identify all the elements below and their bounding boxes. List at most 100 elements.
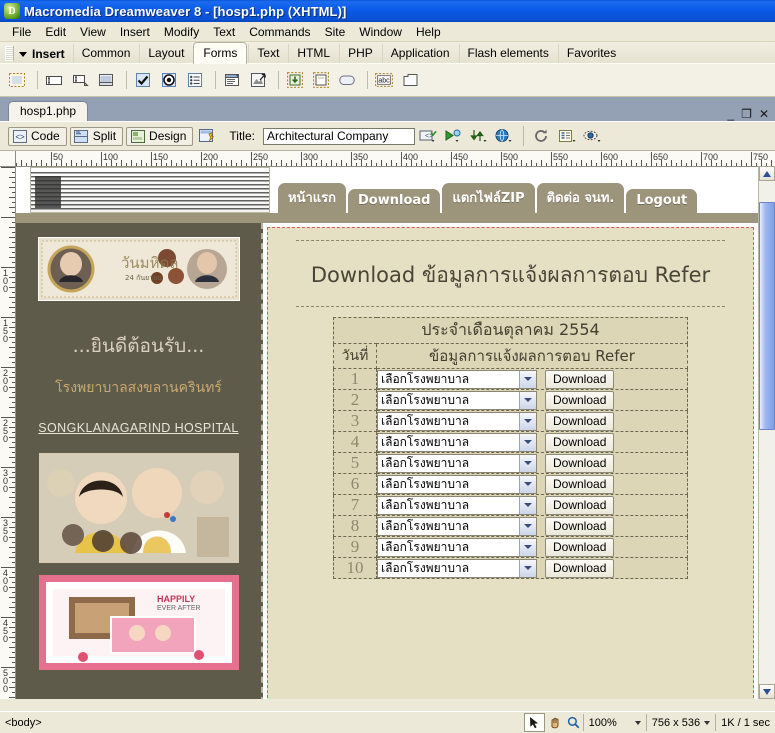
button-icon[interactable] bbox=[310, 69, 332, 91]
download-button[interactable]: Download bbox=[545, 369, 615, 389]
hospital-select[interactable]: เลือกโรงพยาบาล bbox=[377, 558, 537, 578]
preview-in-browser-icon[interactable] bbox=[443, 126, 464, 146]
download-button[interactable]: Download bbox=[545, 432, 615, 452]
chevron-down-icon[interactable] bbox=[519, 517, 536, 535]
title-input[interactable] bbox=[262, 127, 415, 145]
download-button[interactable]: Download bbox=[545, 453, 615, 473]
insert-tab-html[interactable]: HTML bbox=[288, 44, 338, 63]
sidebar-hospital-english[interactable]: SONGKLANAGARIND HOSPITAL bbox=[16, 421, 261, 435]
document-tab-hosp1[interactable]: hosp1.php bbox=[8, 101, 89, 121]
view-options-icon[interactable] bbox=[493, 126, 514, 146]
hospital-select[interactable]: เลือกโรงพยาบาล bbox=[377, 411, 537, 431]
close-button[interactable]: ✕ bbox=[759, 108, 769, 120]
nav-tab-logout[interactable]: Logout bbox=[626, 189, 698, 213]
vertical-ruler[interactable]: 100150200250300350400450500550 bbox=[0, 166, 16, 699]
list-menu-icon[interactable] bbox=[184, 69, 206, 91]
hospital-select[interactable]: เลือกโรงพยาบาล bbox=[377, 369, 537, 389]
chevron-down-icon[interactable] bbox=[519, 475, 536, 493]
menu-item-modify[interactable]: Modify bbox=[157, 24, 206, 40]
hospital-select[interactable]: เลือกโรงพยาบาล bbox=[377, 495, 537, 515]
image-field-icon[interactable] bbox=[247, 69, 269, 91]
download-button[interactable]: Download bbox=[545, 516, 615, 536]
hospital-select[interactable]: เลือกโรงพยาบาล bbox=[377, 516, 537, 536]
tag-selector[interactable]: <body> bbox=[0, 717, 42, 729]
scroll-down-button[interactable] bbox=[759, 684, 775, 699]
file-field-icon[interactable] bbox=[284, 69, 306, 91]
visual-aids-icon[interactable] bbox=[582, 126, 603, 146]
label-icon[interactable] bbox=[336, 69, 358, 91]
insert-bar-label[interactable]: Insert bbox=[19, 47, 65, 61]
chevron-down-icon[interactable] bbox=[519, 412, 536, 430]
nav-tab-home[interactable]: หน้าแรก bbox=[278, 183, 346, 213]
nav-tab-unzip[interactable]: แตกไฟล์ZIP bbox=[442, 183, 535, 213]
hospital-select[interactable]: เลือกโรงพยาบาล bbox=[377, 537, 537, 557]
text-field-icon[interactable] bbox=[43, 69, 65, 91]
validate-markup-icon[interactable] bbox=[557, 126, 578, 146]
chevron-down-icon[interactable] bbox=[704, 720, 711, 725]
download-button[interactable]: Download bbox=[545, 537, 615, 557]
restore-button[interactable]: ❐ bbox=[741, 108, 752, 120]
menu-item-window[interactable]: Window bbox=[352, 24, 409, 40]
download-button[interactable]: Download bbox=[545, 390, 615, 410]
menu-item-insert[interactable]: Insert bbox=[113, 24, 157, 40]
hospital-select[interactable]: เลือกโรงพยาบาล bbox=[377, 390, 537, 410]
download-button[interactable]: Download bbox=[545, 495, 615, 515]
chevron-down-icon[interactable] bbox=[519, 454, 536, 472]
form-icon[interactable] bbox=[6, 69, 28, 91]
download-button[interactable]: Download bbox=[545, 474, 615, 494]
insert-tab-forms[interactable]: Forms bbox=[193, 42, 248, 64]
menu-item-text[interactable]: Text bbox=[206, 24, 242, 40]
minimize-button[interactable]: _ bbox=[727, 108, 734, 120]
window-size-box[interactable]: 756 x 536 bbox=[645, 714, 715, 731]
insert-tab-layout[interactable]: Layout bbox=[139, 44, 192, 63]
menu-item-commands[interactable]: Commands bbox=[242, 24, 317, 40]
menu-item-view[interactable]: View bbox=[73, 24, 113, 40]
menu-item-help[interactable]: Help bbox=[409, 24, 448, 40]
radio-button-icon[interactable] bbox=[158, 69, 180, 91]
hand-tool-icon[interactable] bbox=[545, 714, 564, 731]
nav-tab-download[interactable]: Download bbox=[348, 189, 441, 213]
menu-item-site[interactable]: Site bbox=[318, 24, 353, 40]
insert-tab-favorites[interactable]: Favorites bbox=[557, 44, 624, 63]
nav-tab-contact[interactable]: ติดต่อ จนท. bbox=[536, 183, 625, 213]
abc-label-icon[interactable]: abc bbox=[373, 69, 395, 91]
hospital-select[interactable]: เลือกโรงพยาบาล bbox=[377, 453, 537, 473]
jump-menu-icon[interactable] bbox=[221, 69, 243, 91]
hospital-select[interactable]: เลือกโรงพยาบาล bbox=[377, 474, 537, 494]
zoom-level-box[interactable]: 100% bbox=[582, 714, 646, 731]
insert-tab-text[interactable]: Text bbox=[248, 44, 287, 63]
chevron-down-icon[interactable] bbox=[519, 559, 536, 577]
fieldset-icon[interactable] bbox=[399, 69, 421, 91]
insert-tab-common[interactable]: Common bbox=[72, 44, 139, 63]
zoom-tool-icon[interactable] bbox=[564, 714, 583, 731]
chevron-down-icon[interactable] bbox=[519, 538, 536, 556]
chevron-down-icon[interactable] bbox=[519, 370, 536, 388]
insert-tab-application[interactable]: Application bbox=[381, 44, 458, 63]
scroll-up-button[interactable] bbox=[759, 166, 775, 181]
download-button[interactable]: Download bbox=[545, 558, 615, 578]
horizontal-ruler[interactable]: 0501001502002503003504004505005506006507… bbox=[0, 151, 775, 167]
menu-item-edit[interactable]: Edit bbox=[38, 24, 73, 40]
chevron-down-icon[interactable] bbox=[519, 391, 536, 409]
scrollbar-thumb[interactable] bbox=[759, 202, 775, 430]
refresh-design-icon[interactable] bbox=[468, 126, 489, 146]
chevron-down-icon[interactable] bbox=[634, 720, 641, 725]
reload-icon[interactable] bbox=[532, 126, 553, 146]
code-view-button[interactable]: <> Code bbox=[8, 126, 67, 146]
canvas-vertical-scrollbar[interactable] bbox=[758, 166, 775, 699]
hospital-select[interactable]: เลือกโรงพยาบาล bbox=[377, 432, 537, 452]
textarea-icon[interactable] bbox=[69, 69, 91, 91]
ruler-corner[interactable] bbox=[0, 151, 16, 167]
download-button[interactable]: Download bbox=[545, 411, 615, 431]
chevron-down-icon[interactable] bbox=[519, 433, 536, 451]
file-management-icon[interactable]: <> bbox=[418, 126, 439, 146]
menu-item-file[interactable]: File bbox=[5, 24, 38, 40]
checkbox-icon[interactable] bbox=[132, 69, 154, 91]
chevron-down-icon[interactable] bbox=[519, 496, 536, 514]
split-view-button[interactable]: Split bbox=[69, 126, 124, 146]
design-view-button[interactable]: Design bbox=[126, 126, 194, 146]
pointer-tool-icon[interactable] bbox=[523, 713, 545, 732]
insert-tab-flash-elements[interactable]: Flash elements bbox=[458, 44, 557, 63]
live-data-icon[interactable] bbox=[196, 126, 217, 146]
insert-tab-php[interactable]: PHP bbox=[339, 44, 381, 63]
